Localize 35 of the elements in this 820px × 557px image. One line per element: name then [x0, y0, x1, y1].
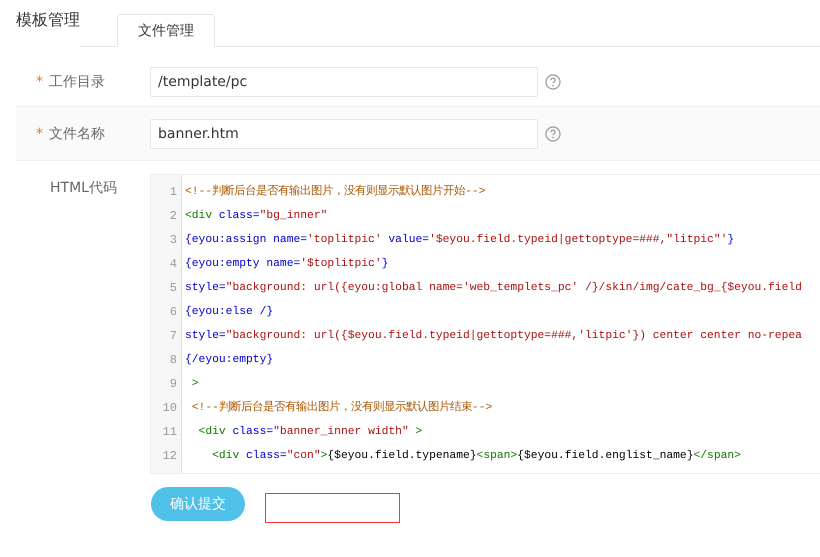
field-label: HTML代码	[49, 179, 118, 198]
code-line: <!--判断后台是否有输出图片，没有则显示默认图片开始-->	[185, 184, 486, 200]
code-line: {eyou:empty name='$toplitpic'}	[185, 256, 390, 272]
input-field[interactable]: /template/pc	[150, 66, 538, 96]
line-number: 10	[162, 400, 178, 417]
code-line: style="background: url({eyou:global name='web_templets_pc' /}/skin/img/cate_bg_{$eyou.field	[185, 280, 803, 296]
line-number: 11	[162, 424, 178, 441]
code-editor[interactable]	[150, 174, 820, 474]
help-icon[interactable]	[545, 74, 561, 90]
code-line: <div class="banner_inner width" >	[198, 424, 424, 440]
code-line: <div class="con">{$eyou.field.typename}<span>{$eyou.field.englist_name}</span>	[211, 448, 742, 464]
input-field[interactable]: banner.htm	[150, 118, 538, 148]
field-label: 文件名称	[49, 124, 105, 142]
line-number: 8	[168, 352, 178, 369]
code-line: {eyou:else /}	[185, 304, 274, 320]
line-number: 1	[168, 184, 178, 201]
code-line: {/eyou:empty}	[185, 352, 274, 368]
line-number: 7	[168, 328, 178, 345]
code-line: style="background: url({$eyou.field.typeid|gettoptype=###,'litpic'}) center center no-repea	[185, 328, 803, 344]
line-number: 6	[168, 304, 178, 321]
tab[interactable]: 文件管理	[117, 14, 215, 47]
line-number: 3	[168, 232, 178, 249]
code-line: {eyou:assign name='toplitpic' value='$eyou.field.typeid|gettoptype=###,"litpic"'}	[185, 232, 736, 248]
line-number: 9	[168, 376, 178, 393]
help-icon[interactable]	[545, 126, 561, 142]
code-line: >	[190, 377, 200, 392]
field-label: 工作目录	[49, 72, 105, 90]
code-line: <!--判断后台是否有输出图片，没有则显示默认图片结束-->	[190, 400, 494, 416]
line-number: 12	[162, 448, 178, 465]
line-number: 4	[168, 256, 178, 273]
required-asterisk: *	[36, 74, 43, 90]
code-line: <div class="bg_inner"	[185, 208, 328, 224]
line-number: 2	[168, 208, 178, 225]
required-asterisk: *	[36, 126, 43, 142]
line-number: 5	[168, 280, 178, 297]
